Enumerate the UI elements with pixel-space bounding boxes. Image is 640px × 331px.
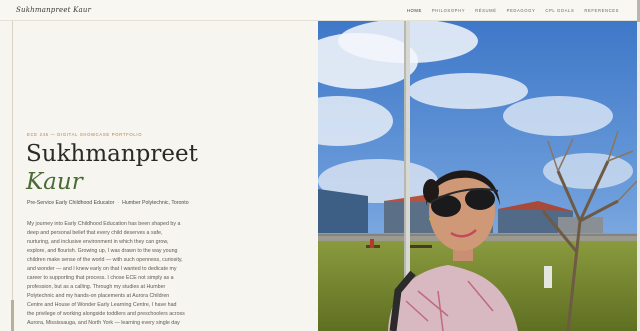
hero-photo: [318, 21, 637, 331]
hero-last-name: Kaur: [26, 169, 83, 195]
nav-references[interactable]: REFERENCES: [584, 8, 619, 13]
hero-subtitle: Pre-Service Early Childhood Educator · Hum…: [27, 200, 189, 206]
site-brand[interactable]: Sukhmanpreet Kaur: [16, 6, 91, 14]
nav-resume[interactable]: RÉSUMÉ: [475, 8, 497, 13]
hero-school: Humber Polytechnic, Toronto: [122, 200, 189, 206]
left-accent-bar: [11, 300, 14, 331]
main-nav: HOME PHILOSOPHY RÉSUMÉ PEDAGOGY CPL GOAL…: [407, 8, 619, 13]
hero-bio: My journey into Early Childhood Educatio…: [27, 221, 185, 326]
nav-cpl-goals[interactable]: CPL GOALS: [545, 8, 574, 13]
nav-philosophy[interactable]: PHILOSOPHY: [432, 8, 465, 13]
nav-pedagogy[interactable]: PEDAGOGY: [507, 8, 536, 13]
hero-photo-illustration: [318, 21, 637, 331]
site-header: Sukhmanpreet Kaur HOME PHILOSOPHY RÉSUMÉ…: [0, 0, 637, 21]
hero-eyebrow: ECE 245 — DIGITAL SHOWCASE PORTFOLIO: [27, 132, 143, 137]
hero-role: Pre-Service Early Childhood Educator: [27, 200, 115, 206]
hero-first-name: Sukhmanpreet: [26, 141, 198, 167]
nav-home[interactable]: HOME: [407, 8, 422, 13]
left-divider: [12, 21, 13, 331]
separator-dot: ·: [117, 200, 120, 206]
